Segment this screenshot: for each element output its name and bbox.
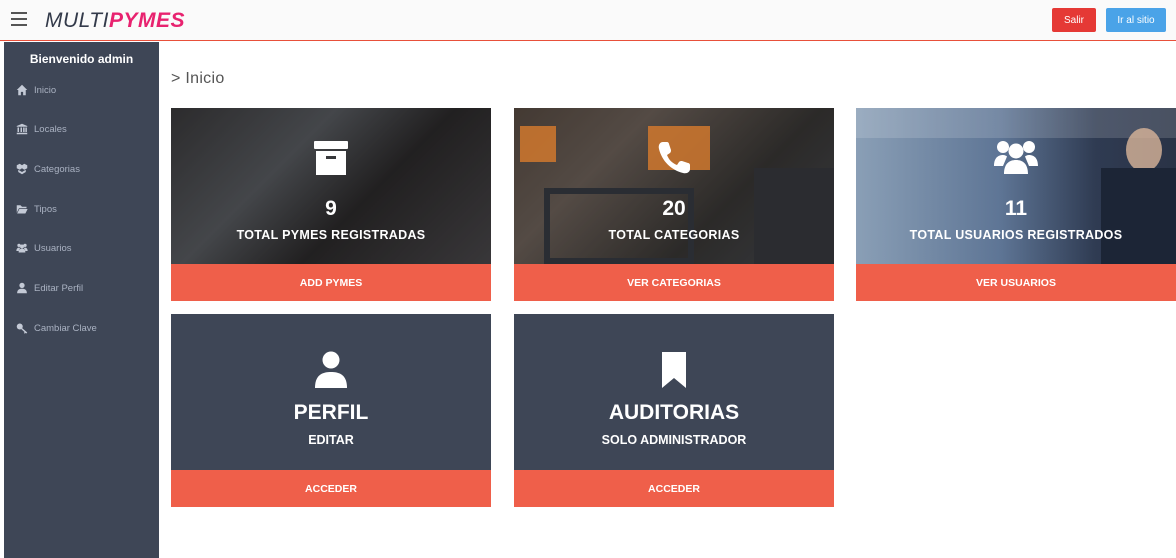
- card-auditorias: AUDITORIAS SOLO ADMINISTRADOR ACCEDER: [514, 314, 834, 507]
- menu-icon[interactable]: [11, 12, 27, 28]
- archive-icon: [314, 141, 348, 175]
- sidebar-item-categorias[interactable]: Categorias: [16, 159, 80, 179]
- brand-logo[interactable]: MULTIPYMES: [45, 9, 185, 33]
- user-icon: [315, 351, 347, 388]
- brand-text-pymes: PYMES: [108, 9, 185, 32]
- sidebar-item-label: Tipos: [34, 203, 57, 215]
- categorias-count: 20: [662, 197, 686, 220]
- page-title: > Inicio: [171, 70, 225, 87]
- usuarios-count: 11: [1004, 197, 1028, 220]
- sidebar-item-label: Cambiar Clave: [34, 322, 97, 334]
- building-icon: [16, 123, 28, 135]
- go-to-site-button[interactable]: Ir al sitio: [1106, 8, 1166, 32]
- home-icon: [16, 84, 28, 96]
- sidebar-item-label: Locales: [34, 123, 67, 135]
- perfil-subtitle: EDITAR: [308, 433, 354, 447]
- acceder-perfil-button[interactable]: ACCEDER: [171, 470, 491, 507]
- card-usuarios: 11 TOTAL USUARIOS REGISTRADOS VER USUARI…: [856, 108, 1176, 301]
- card-pymes: 9 TOTAL PYMES REGISTRADAS ADD PYMES: [171, 108, 491, 301]
- card-perfil: PERFIL EDITAR ACCEDER: [171, 314, 491, 507]
- sidebar-item-label: Editar Perfil: [34, 282, 84, 294]
- key-icon: [16, 323, 28, 334]
- ver-categorias-button[interactable]: VER CATEGORIAS: [514, 264, 834, 301]
- brand-text-multi: MULTI: [45, 9, 109, 32]
- card-usuarios-background: 11 TOTAL USUARIOS REGISTRADOS: [856, 108, 1176, 264]
- sidebar: Bienvenido admin Inicio Locales Categori…: [4, 42, 159, 558]
- sidebar-item-label: Inicio: [34, 84, 57, 96]
- sidebar-item-inicio[interactable]: Inicio: [16, 80, 56, 100]
- categorias-label: TOTAL CATEGORIAS: [608, 228, 740, 242]
- cubes-icon: [16, 163, 28, 175]
- pymes-label: TOTAL PYMES REGISTRADAS: [236, 228, 426, 242]
- users-icon: [994, 141, 1038, 174]
- users-icon: [16, 243, 28, 253]
- card-categorias: 20 TOTAL CATEGORIAS VER CATEGORIAS: [514, 108, 834, 301]
- usuarios-label: TOTAL USUARIOS REGISTRADOS: [909, 228, 1123, 242]
- sidebar-item-label: Usuarios: [34, 242, 72, 254]
- sidebar-item-usuarios[interactable]: Usuarios: [16, 238, 72, 258]
- ver-usuarios-button[interactable]: VER USUARIOS: [856, 264, 1176, 301]
- bookmark-icon: [662, 352, 686, 388]
- top-header: MULTIPYMES Salir Ir al sitio: [0, 0, 1176, 41]
- perfil-title: PERFIL: [293, 401, 369, 424]
- card-pymes-background: 9 TOTAL PYMES REGISTRADAS: [171, 108, 491, 264]
- card-auditorias-background: AUDITORIAS SOLO ADMINISTRADOR: [514, 314, 834, 470]
- acceder-auditorias-button[interactable]: ACCEDER: [514, 470, 834, 507]
- sidebar-item-locales[interactable]: Locales: [16, 119, 67, 139]
- sidebar-item-label: Categorias: [34, 163, 80, 175]
- card-perfil-background: PERFIL EDITAR: [171, 314, 491, 470]
- card-categorias-background: 20 TOTAL CATEGORIAS: [514, 108, 834, 264]
- sidebar-item-cambiar-clave[interactable]: Cambiar Clave: [16, 318, 97, 338]
- phone-icon: [658, 142, 690, 174]
- auditorias-subtitle: SOLO ADMINISTRADOR: [601, 433, 747, 447]
- auditorias-title: AUDITORIAS: [608, 401, 740, 424]
- sidebar-item-editar-perfil[interactable]: Editar Perfil: [16, 278, 83, 298]
- pymes-count: 9: [325, 197, 337, 220]
- folder-icon: [16, 205, 28, 214]
- logout-button[interactable]: Salir: [1052, 8, 1096, 32]
- add-pymes-button[interactable]: ADD PYMES: [171, 264, 491, 301]
- welcome-text: Bienvenido admin: [29, 52, 134, 66]
- sidebar-item-tipos[interactable]: Tipos: [16, 199, 57, 219]
- user-icon: [17, 282, 27, 294]
